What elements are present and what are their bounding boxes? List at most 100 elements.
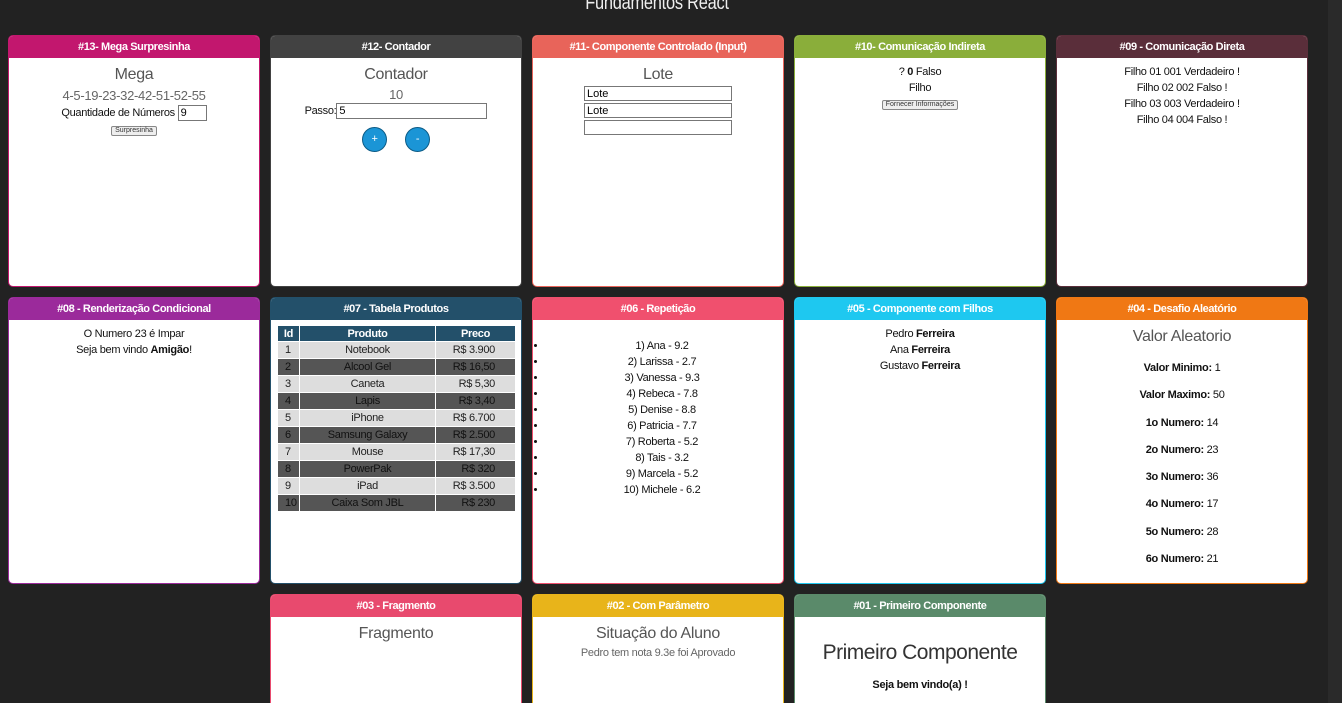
card-header: #02 - Com Parâmetro xyxy=(533,595,783,617)
random-row: 1o Numero: 14 xyxy=(1063,410,1301,437)
card-header: #03 - Fragmento xyxy=(271,595,521,617)
table-row: 2 Alcool Gel R$ 16,50 xyxy=(277,358,516,376)
list-item: 4) Rebeca - 7.8 xyxy=(547,386,777,402)
cell-produto: Mouse xyxy=(299,443,436,461)
mega-title: Mega xyxy=(114,66,154,83)
row-label: Valor Maximo: xyxy=(1139,389,1211,402)
question-prefix: ? xyxy=(898,66,908,78)
row-label: 4o Numero: xyxy=(1145,498,1204,511)
card-comunicacao-direta: #09 - Comunicação Direta Filho 01 001 Ve… xyxy=(1056,35,1308,287)
cell-preco: R$ 2.500 xyxy=(435,426,516,444)
surpresinha-button[interactable]: Surpresinha xyxy=(111,126,157,136)
lote-title: Lote xyxy=(643,66,673,83)
card-mega-surpresinha: #13- Mega Surpresinha Mega 4-5-19-23-32-… xyxy=(8,35,260,287)
cell-preco: R$ 3.500 xyxy=(435,477,516,495)
row-value: 1 xyxy=(1211,362,1221,374)
row-label: 6o Numero: xyxy=(1145,553,1204,566)
last-name: Ferreira xyxy=(911,344,950,356)
list-item: 8) Tais - 3.2 xyxy=(547,450,777,466)
list-item: 6) Patricia - 7.7 xyxy=(547,418,777,434)
table-row: 5 iPhone R$ 6.700 xyxy=(277,409,516,427)
card-contador: #12- Contador Contador 10 Passo: +- xyxy=(270,35,522,287)
list-item: 1) Ana - 9.2 xyxy=(547,338,777,354)
lote-input-1[interactable] xyxy=(584,86,732,101)
qty-label: Quantidade de Números xyxy=(61,107,175,119)
row-label: 5o Numero: xyxy=(1145,525,1204,538)
cell-id: 1 xyxy=(277,341,300,359)
card-com-parametro: #02 - Com Parâmetro Situação do Aluno Pe… xyxy=(532,594,784,703)
question-suffix: Falso xyxy=(913,66,942,78)
welcome-prefix: Seja bem vindo xyxy=(76,344,151,356)
primeiro-title: Primeiro Componente xyxy=(822,641,1018,664)
filho-line: Filho 03 003 Verdadeiro ! xyxy=(1124,98,1240,110)
list-item: 3) Vanessa - 9.3 xyxy=(547,370,777,386)
card-desafio-aleatorio: #04 - Desafio Aleatório Valor Aleatorio … xyxy=(1056,297,1308,584)
filho-line: Filho 04 004 Falso ! xyxy=(1136,114,1228,126)
table-header-row: Id Produto Preco xyxy=(277,325,516,342)
cell-id: 9 xyxy=(277,477,300,495)
cell-produto: Caneta xyxy=(299,375,436,393)
students-list: 1) Ana - 9.2 2) Larissa - 2.7 3) Vanessa… xyxy=(539,338,777,498)
cell-produto: iPad xyxy=(299,477,436,495)
first-name: Ana xyxy=(889,344,912,356)
page-title: Fundamentos React xyxy=(585,0,729,14)
cell-preco: R$ 320 xyxy=(435,460,516,478)
last-name: Ferreira xyxy=(916,328,955,340)
cell-id: 6 xyxy=(277,426,300,444)
situacao-title: Situação do Aluno xyxy=(596,625,720,642)
column-header-produto: Produto xyxy=(299,325,436,342)
cell-preco: R$ 16,50 xyxy=(435,358,516,376)
qty-input[interactable] xyxy=(177,105,207,121)
first-name: Pedro xyxy=(885,328,917,340)
row-value: 14 xyxy=(1203,416,1219,429)
column-header-preco: Preco xyxy=(435,325,516,342)
cell-produto: PowerPak xyxy=(299,460,436,478)
child-name: Pedro Ferreira xyxy=(801,326,1039,342)
card-primeiro-componente: #01 - Primeiro Componente Primeiro Compo… xyxy=(794,594,1046,703)
situacao-text: Pedro tem nota 9.3e foi Aprovado xyxy=(580,647,736,659)
list-item: 10) Michele - 6.2 xyxy=(547,482,777,498)
row-value: 23 xyxy=(1203,443,1219,456)
fornecer-informacoes-button[interactable]: Fornecer Informações xyxy=(881,100,959,110)
increment-button[interactable]: + xyxy=(362,127,387,152)
card-header: #12- Contador xyxy=(271,36,521,58)
random-row: 4o Numero: 17 xyxy=(1063,491,1301,518)
row-value: 36 xyxy=(1203,471,1219,484)
cell-id: 3 xyxy=(277,375,300,393)
card-fragmento: #03 - Fragmento Fragmento xyxy=(270,594,522,703)
row-label: Valor Minimo: xyxy=(1143,362,1213,374)
card-header: #05 - Componente com Filhos xyxy=(795,298,1045,320)
lote-input-3[interactable] xyxy=(584,120,732,135)
fragmento-title: Fragmento xyxy=(358,625,434,642)
list-item: 5) Denise - 8.8 xyxy=(547,402,777,418)
welcome-name: Amigão xyxy=(150,344,190,356)
welcome-text: Seja bem vindo(a) ! xyxy=(872,679,968,691)
cell-id: 2 xyxy=(277,358,300,376)
random-row: Valor Minimo: 1 xyxy=(1063,355,1301,382)
step-input[interactable] xyxy=(336,103,488,119)
card-repeticao: #06 - Repetição 1) Ana - 9.2 2) Larissa … xyxy=(532,297,784,584)
numero-text: O Numero 23 é Impar xyxy=(83,328,185,340)
random-row: 2o Numero: 23 xyxy=(1063,437,1301,464)
mega-numbers: 4-5-19-23-32-42-51-52-55 xyxy=(62,88,206,103)
random-row: 5o Numero: 28 xyxy=(1063,519,1301,546)
lote-input-2[interactable] xyxy=(584,103,732,118)
card-header: #11- Componente Controlado (Input) xyxy=(533,36,783,58)
row-value: 21 xyxy=(1203,553,1219,566)
filho-line: Filho 02 002 Falso ! xyxy=(1136,82,1228,94)
cell-preco: R$ 3,40 xyxy=(435,392,516,410)
table-row: 1 Notebook R$ 3.900 xyxy=(277,341,516,359)
table-row: 6 Samsung Galaxy R$ 2.500 xyxy=(277,426,516,444)
child-name: Ana Ferreira xyxy=(801,342,1039,358)
cell-preco: R$ 230 xyxy=(435,494,516,512)
cell-preco: R$ 3.900 xyxy=(435,341,516,359)
cell-preco: R$ 5,30 xyxy=(435,375,516,393)
page-scrollbar[interactable] xyxy=(1328,0,1342,703)
card-componente-controlado: #11- Componente Controlado (Input) Lote xyxy=(532,35,784,287)
table-row: 7 Mouse R$ 17,30 xyxy=(277,443,516,461)
decrement-button[interactable]: - xyxy=(405,127,430,152)
filho-line: Filho 01 001 Verdadeiro ! xyxy=(1124,66,1240,78)
cell-id: 8 xyxy=(277,460,300,478)
column-header-id: Id xyxy=(277,325,300,342)
list-item: 2) Larissa - 2.7 xyxy=(547,354,777,370)
